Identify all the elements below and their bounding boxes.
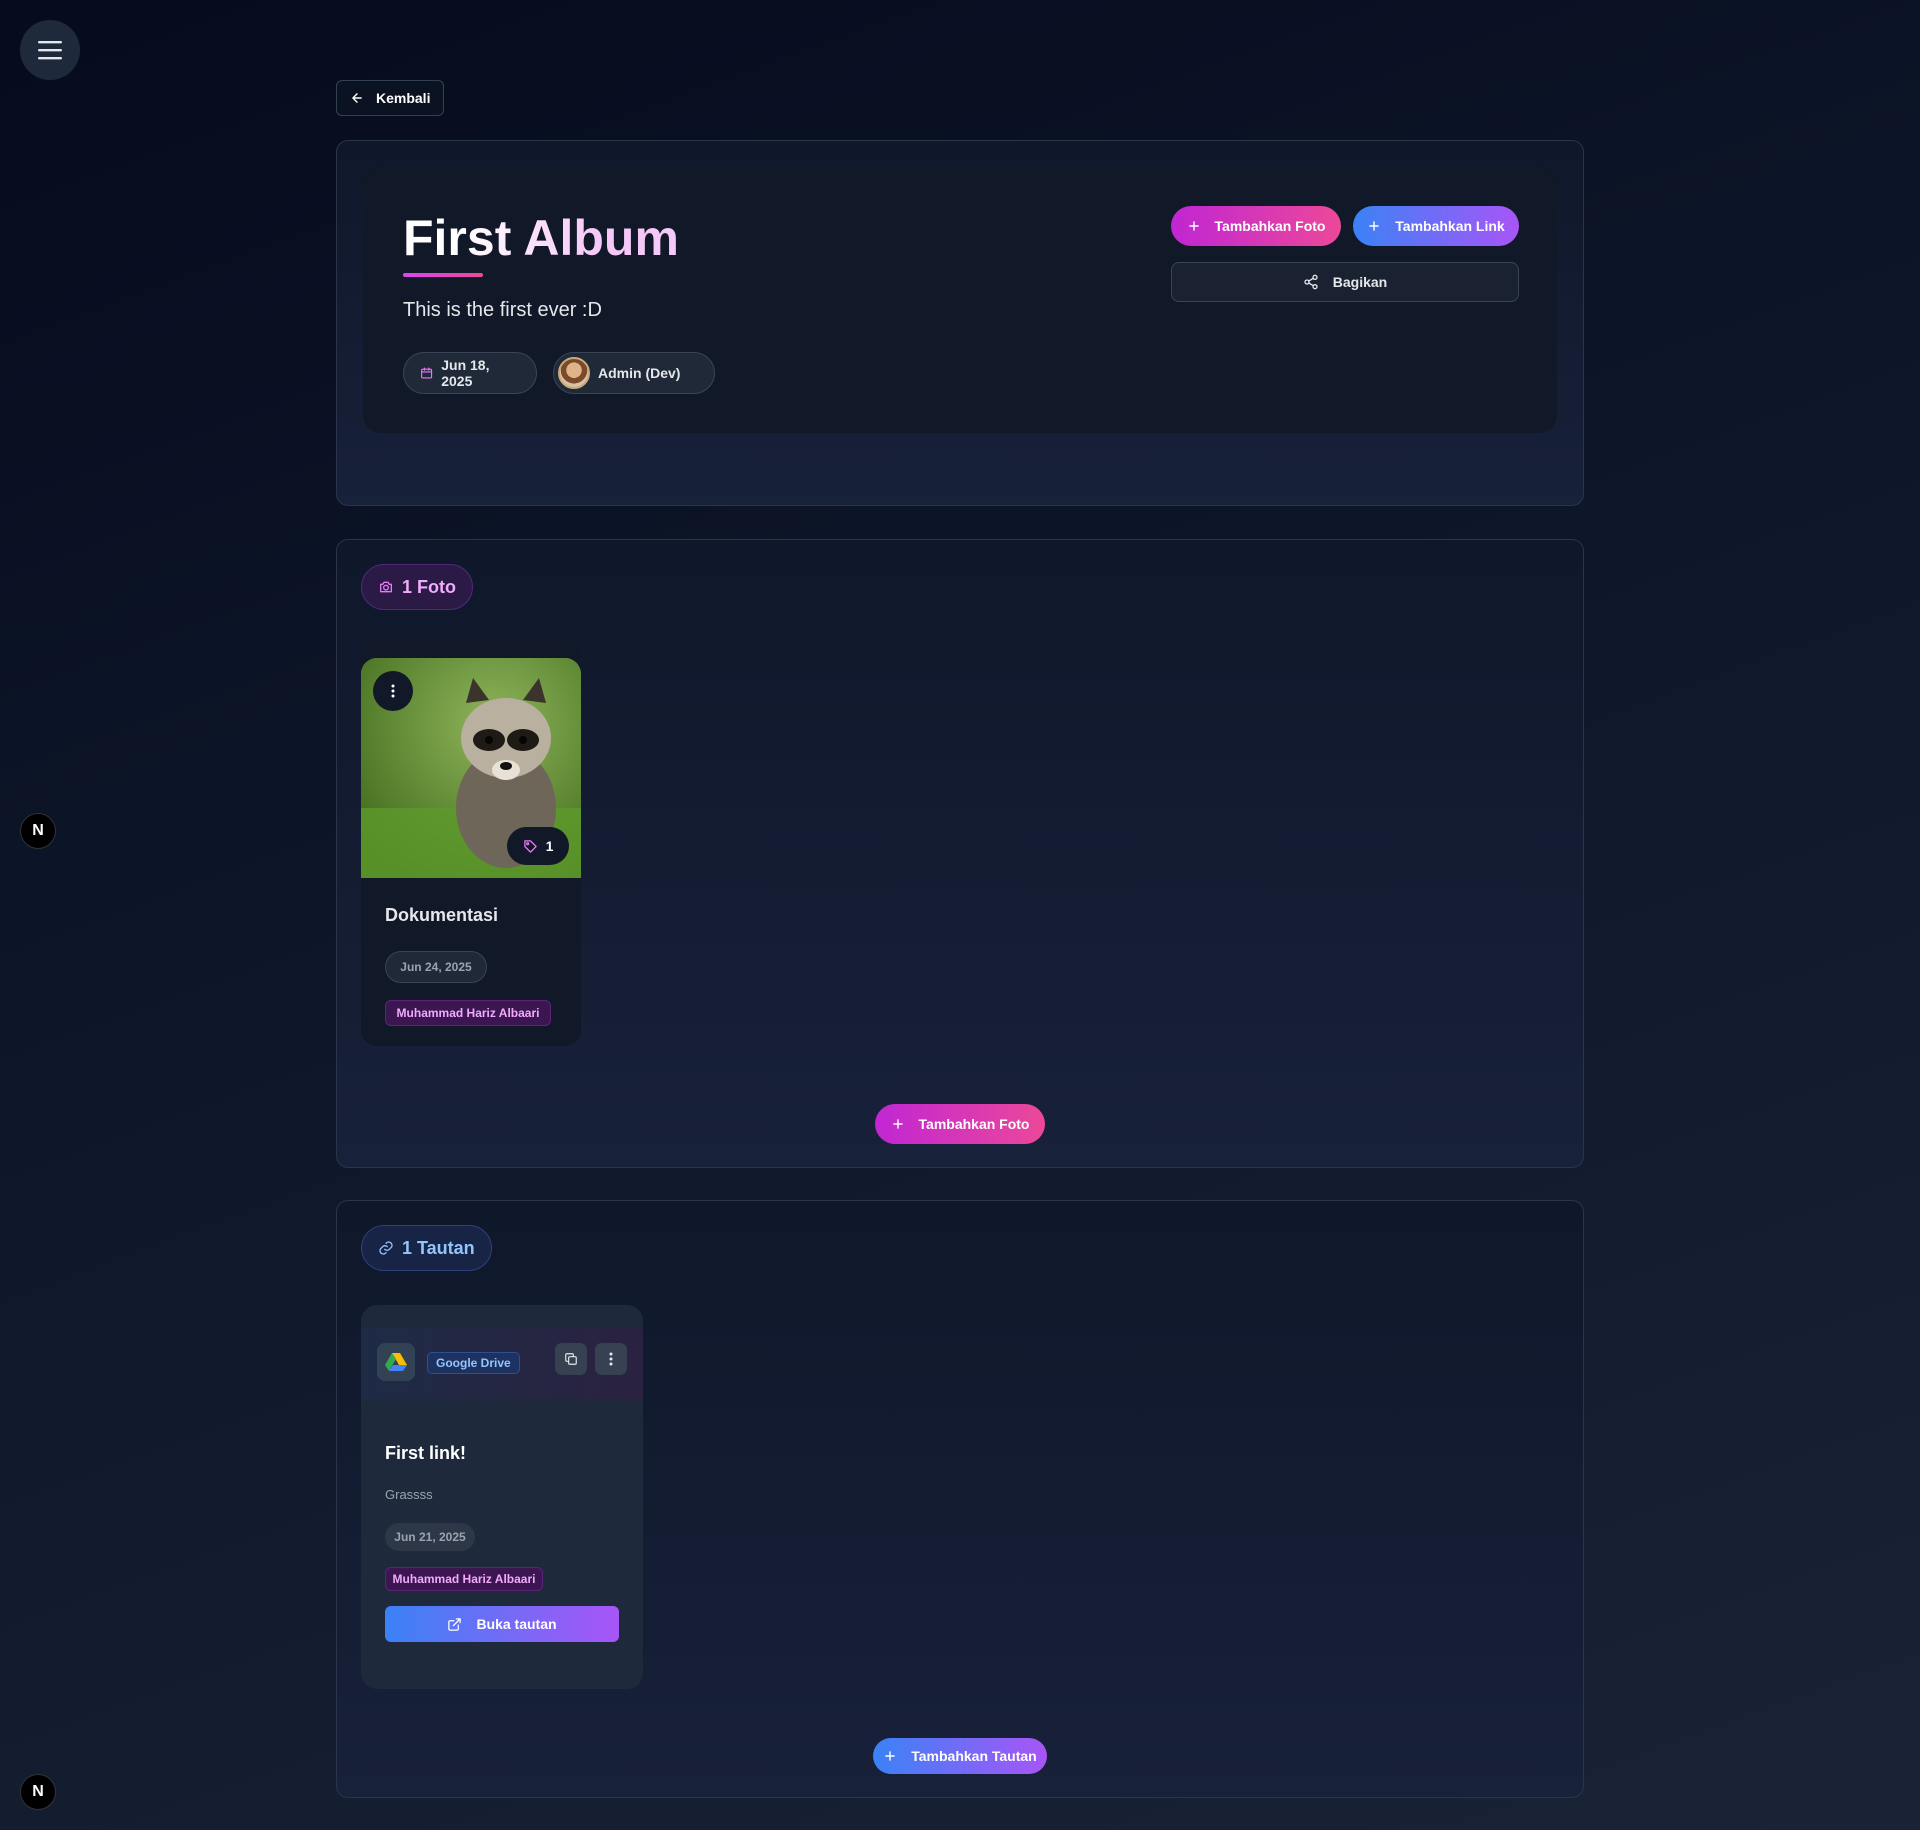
- album-owner-name: Admin (Dev): [598, 365, 681, 381]
- photo-date-badge: Jun 24, 2025: [385, 951, 487, 983]
- copy-icon: [565, 1353, 577, 1365]
- more-vertical-icon: [609, 1352, 613, 1366]
- album-header-card: First Album This is the first ever :D Ju…: [363, 167, 1557, 433]
- link-provider: Google Drive: [436, 1356, 511, 1370]
- nextjs-badge-letter: N: [32, 822, 44, 839]
- link-description: Grassss: [385, 1487, 433, 1502]
- add-link-label: Tambahkan Link: [1395, 218, 1505, 234]
- photo-tag-count: 1: [545, 838, 554, 854]
- add-photo-bottom-button[interactable]: Tambahkan Foto: [875, 1104, 1045, 1144]
- photo-author: Muhammad Hariz Albaari: [396, 1006, 540, 1020]
- add-photo-label: Tambahkan Foto: [1214, 218, 1326, 234]
- links-section: 1 Tautan Google Drive First link! Grasss…: [336, 1200, 1584, 1798]
- add-link-bottom-button[interactable]: Tambahkan Tautan: [873, 1738, 1047, 1774]
- photo-options-button[interactable]: [373, 671, 413, 711]
- album-description: This is the first ever :D: [403, 299, 602, 321]
- menu-button[interactable]: [20, 20, 80, 80]
- photos-section: 1 Foto 1 Dokumentasi Jun 24, 2025 Muhamm…: [336, 539, 1584, 1168]
- photo-title: Dokumentasi: [385, 905, 499, 925]
- link-date-badge: Jun 21, 2025: [385, 1523, 475, 1551]
- link-card-header: Google Drive: [361, 1327, 643, 1399]
- photo-author-tag: Muhammad Hariz Albaari: [385, 1000, 551, 1026]
- add-photo-bottom-label: Tambahkan Foto: [918, 1116, 1030, 1132]
- plus-icon: [885, 1751, 896, 1761]
- nextjs-dev-badge-bottom[interactable]: N: [20, 1774, 56, 1810]
- nextjs-badge-letter: N: [32, 1783, 44, 1800]
- copy-link-button[interactable]: [555, 1343, 587, 1375]
- album-date-badge: Jun 18, 2025: [403, 352, 537, 394]
- photo-thumbnail[interactable]: 1: [361, 658, 581, 878]
- arrow-left-icon: [352, 93, 362, 103]
- link-title: First link!: [385, 1443, 467, 1463]
- calendar-icon: [421, 367, 433, 379]
- open-link-label: Buka tautan: [476, 1616, 557, 1632]
- link-card[interactable]: Google Drive First link! Grassss Jun 21,…: [361, 1305, 643, 1689]
- tag-icon: [523, 839, 537, 853]
- add-photo-button[interactable]: Tambahkan Foto: [1171, 206, 1341, 246]
- share-button[interactable]: Bagikan: [1171, 262, 1519, 302]
- link-author-tag: Muhammad Hariz Albaari: [385, 1567, 543, 1591]
- link-count-badge: 1 Tautan: [361, 1225, 492, 1271]
- share-label: Bagikan: [1332, 274, 1388, 290]
- album-date: Jun 18, 2025: [441, 357, 490, 389]
- add-link-bottom-label: Tambahkan Tautan: [911, 1748, 1037, 1764]
- plus-icon: [892, 1119, 903, 1129]
- album-header-panel: First Album This is the first ever :D Ju…: [336, 140, 1584, 506]
- back-button[interactable]: Kembali: [336, 80, 445, 116]
- camera-icon: [380, 581, 392, 593]
- photo-count: 1 Foto: [402, 576, 456, 597]
- link-provider-badge: Google Drive: [427, 1352, 520, 1374]
- more-vertical-icon: [391, 684, 395, 698]
- open-link-button[interactable]: Buka tautan: [385, 1606, 619, 1642]
- title-underline: [403, 273, 483, 277]
- avatar: [558, 357, 590, 389]
- photo-card[interactable]: 1 Dokumentasi Jun 24, 2025 Muhammad Hari…: [361, 640, 581, 1046]
- plus-icon: [1188, 221, 1199, 231]
- album-owner-badge[interactable]: Admin (Dev): [553, 352, 715, 394]
- link-options-button[interactable]: [595, 1343, 627, 1375]
- external-link-icon: [448, 1617, 462, 1631]
- link-date: Jun 21, 2025: [394, 1530, 466, 1544]
- back-label: Kembali: [376, 90, 431, 106]
- nextjs-dev-badge[interactable]: N: [20, 813, 56, 849]
- google-drive-icon: [377, 1343, 415, 1381]
- photo-tag-badge[interactable]: 1: [507, 827, 569, 865]
- add-link-button[interactable]: Tambahkan Link: [1353, 206, 1519, 246]
- link-icon: [379, 1241, 393, 1255]
- link-author: Muhammad Hariz Albaari: [392, 1572, 536, 1586]
- album-title: First Album: [403, 210, 679, 266]
- link-count: 1 Tautan: [402, 1237, 475, 1258]
- plus-icon: [1369, 221, 1380, 231]
- photo-count-badge: 1 Foto: [361, 564, 473, 610]
- share-icon: [1304, 274, 1318, 290]
- photo-date: Jun 24, 2025: [400, 960, 472, 974]
- hamburger-icon: [38, 41, 62, 60]
